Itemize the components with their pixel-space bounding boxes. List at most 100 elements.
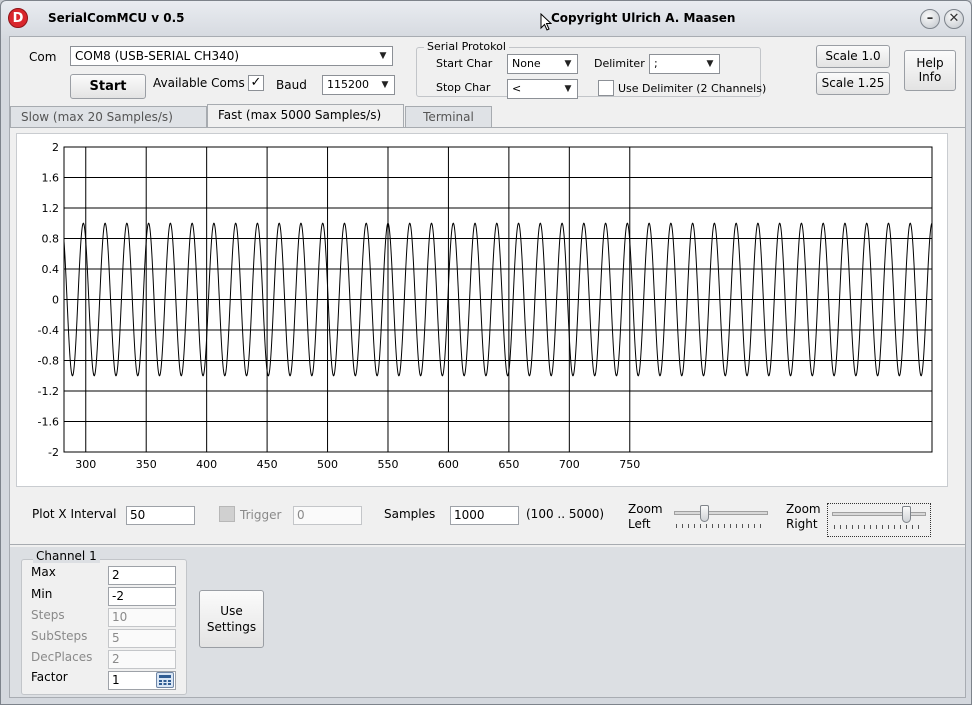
zoom-right-track [832,512,926,516]
chevron-down-icon[interactable]: ▼ [559,55,577,73]
zoom-left-label: Zoom Left [628,502,663,532]
stop-char-label: Stop Char [436,81,491,94]
com-label: Com [29,50,57,64]
x-tick-label: 500 [317,458,338,471]
factor-label: Factor [31,670,68,684]
y-tick-label: 2 [52,141,59,154]
substeps-label: SubSteps [31,629,88,643]
app-title: SerialComMCU v 0.5 [48,11,185,25]
available-coms-label: Available Coms [153,76,245,90]
zoom-left-label-line1: Zoom [628,502,663,516]
use-delimiter-checkbox[interactable] [598,80,614,96]
app-window: D SerialComMCU v 0.5 Copyright Ulrich A.… [0,0,972,705]
y-tick-label: 0.4 [42,263,60,276]
zoom-right-thumb[interactable] [901,506,911,523]
delimiter-label: Delimiter [594,57,645,70]
decplaces-label: DecPlaces [31,650,93,664]
zoom-right-slider[interactable] [827,503,931,537]
steps-input[interactable]: 10 [108,608,176,627]
zoom-right-ticks [834,525,924,529]
com-port-value: COM8 (USB-SERIAL CH340) [75,49,240,63]
decplaces-input[interactable]: 2 [108,650,176,669]
channel1-caption: Channel 1 [33,549,100,563]
x-tick-label: 600 [438,458,459,471]
check-mark-icon: ✓ [250,75,262,90]
tab-slow[interactable]: Slow (max 20 Samples/s) [10,106,207,128]
start-button[interactable]: Start [70,74,146,99]
help-info-line2: Info [918,70,942,84]
tab-terminal[interactable]: Terminal [405,106,492,128]
plot-x-interval-label: Plot X Interval [32,507,117,521]
stop-char-value: < [512,82,522,95]
com-port-dropdown[interactable]: COM8 (USB-SERIAL CH340) ▼ [70,46,393,66]
trigger-label: Trigger [240,508,282,522]
trigger-input[interactable]: 0 [293,506,362,525]
start-char-value: None [512,57,541,70]
substeps-input[interactable]: 5 [108,629,176,648]
zoom-left-ticks [676,524,766,528]
chevron-down-icon[interactable]: ▼ [559,80,577,98]
scale-1-button[interactable]: Scale 1.0 [816,45,890,68]
chevron-down-icon[interactable]: ▼ [374,47,392,65]
close-button[interactable]: ✕ [944,9,964,29]
start-char-label: Start Char [436,57,493,70]
chart-x-tick-labels: 300 350 400 450 500 550 600 650 700 750 [75,458,640,471]
client-area: Com COM8 (USB-SERIAL CH340) ▼ Start Avai… [9,36,966,698]
calculator-glyph [159,675,171,685]
x-tick-label: 750 [619,458,640,471]
delimiter-dropdown[interactable]: ; ▼ [649,54,720,74]
help-info-button[interactable]: Help Info [904,50,956,91]
scale-125-button[interactable]: Scale 1.25 [816,72,890,95]
baud-label: Baud [276,78,307,92]
use-settings-button[interactable]: Use Settings [199,590,264,648]
y-tick-label: -1.2 [38,385,59,398]
y-tick-label: 1.2 [42,202,60,215]
max-input[interactable]: 2 [108,566,176,585]
calculator-icon[interactable] [156,672,174,688]
x-tick-label: 700 [559,458,580,471]
mouse-cursor-icon [540,13,552,31]
serial-protokol-caption: Serial Protokol [424,40,509,53]
zoom-right-label: Zoom Right [786,502,821,532]
zoom-left-slider[interactable] [672,505,770,531]
help-info-line1: Help [916,56,944,70]
stop-char-dropdown[interactable]: < ▼ [507,79,578,99]
delimiter-value: ; [654,57,658,70]
zoom-left-track [674,511,768,515]
y-tick-label: 1.6 [42,172,60,185]
trigger-checkbox[interactable] [219,506,235,522]
zoom-left-thumb[interactable] [699,505,709,522]
min-label: Min [31,587,53,601]
samples-range-label: (100 .. 5000) [526,507,605,521]
copyright-text: Copyright Ulrich A. Maasen [551,11,736,25]
min-input[interactable]: -2 [108,587,176,606]
x-tick-label: 350 [136,458,157,471]
baud-value: 115200 [327,78,369,91]
y-tick-label: -1.6 [38,416,59,429]
chart-y-tick-labels: 2 1.6 1.2 0.8 0.4 0 -0.4 -0.8 -1.2 -1.6 -2 [38,141,59,459]
chart-frame: 2 1.6 1.2 0.8 0.4 0 -0.4 -0.8 -1.2 -1.6 -2 300 350 4… [16,133,948,487]
plot-x-interval-input[interactable]: 50 [126,506,195,525]
zoom-right-label-line1: Zoom [786,502,821,516]
y-tick-label: 0 [52,294,59,307]
x-tick-label: 450 [257,458,278,471]
minimize-button[interactable]: – [920,9,940,29]
x-tick-label: 550 [377,458,398,471]
baud-dropdown[interactable]: 115200 ▼ [322,75,395,95]
y-tick-label: -0.4 [38,324,59,337]
app-logo: D [8,8,28,28]
chevron-down-icon[interactable]: ▼ [376,76,394,94]
chevron-down-icon[interactable]: ▼ [701,55,719,73]
samples-input[interactable]: 1000 [450,506,519,525]
use-settings-line2: Settings [206,620,257,634]
zoom-left-label-line2: Left [628,517,651,531]
settings-area: Channel 1 Max 2 Min -2 Steps 10 SubSteps… [10,547,965,697]
max-label: Max [31,565,56,579]
chart-grid [63,146,933,453]
y-tick-label: -2 [48,446,59,459]
start-char-dropdown[interactable]: None ▼ [507,54,578,74]
tab-fast[interactable]: Fast (max 5000 Samples/s) [207,104,404,128]
use-delimiter-label: Use Delimiter (2 Channels) [618,82,767,95]
steps-label: Steps [31,608,65,622]
available-coms-checkbox[interactable]: ✓ [248,75,264,91]
